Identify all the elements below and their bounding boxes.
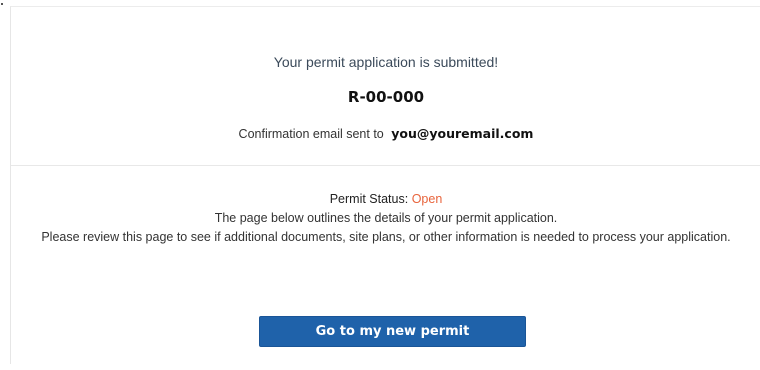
permit-status-block: Permit Status: Open The page below outli… — [11, 190, 760, 247]
corner-artifact — [1, 3, 3, 5]
status-description-2: Please review this page to see if additi… — [41, 230, 731, 244]
email-prefix: Confirmation email sent to — [238, 127, 384, 141]
status-description-1: The page below outlines the details of y… — [214, 211, 558, 225]
permit-status-value: Open — [411, 192, 443, 206]
confirmation-email-line: Confirmation email sent to you@youremail… — [11, 126, 760, 141]
permit-status-label: Permit Status: — [329, 192, 409, 206]
permit-number: R-00-000 — [347, 88, 425, 106]
confirmation-email: you@youremail.com — [391, 126, 534, 141]
go-to-permit-button[interactable]: Go to my new permit — [259, 316, 526, 347]
confirmation-title: Your permit application is submitted! — [273, 54, 499, 70]
permit-status-line: Permit Status: Open — [11, 190, 760, 209]
confirmation-header: Your permit application is submitted! R-… — [11, 7, 760, 166]
confirmation-card: Your permit application is submitted! R-… — [10, 6, 760, 364]
